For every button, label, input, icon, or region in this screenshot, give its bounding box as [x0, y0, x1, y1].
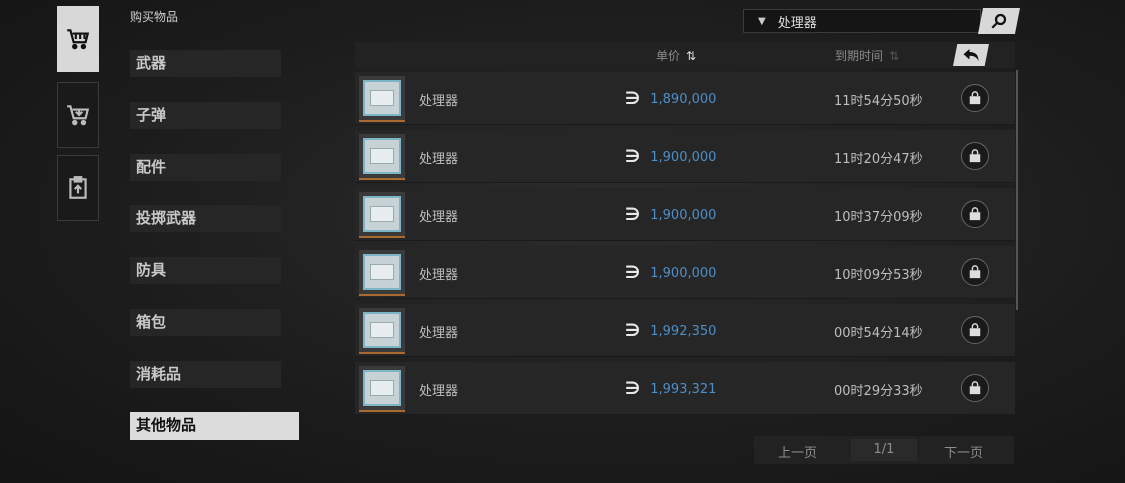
currency-icon: ∋ — [625, 379, 641, 399]
item-thumbnail — [359, 308, 405, 354]
processor-icon — [363, 312, 401, 348]
search-value: 处理器 — [777, 15, 817, 31]
category-other[interactable]: 其他物品 — [130, 412, 299, 440]
buy-button[interactable] — [961, 374, 989, 402]
scrollbar[interactable] — [1016, 70, 1018, 310]
shopping-bag-icon — [969, 323, 981, 337]
processor-icon — [363, 80, 401, 116]
table-row[interactable]: 处理器 ∋ 1,900,000 10时09分53秒 — [355, 246, 1015, 299]
buy-button[interactable] — [961, 142, 989, 170]
buy-button[interactable] — [961, 316, 989, 344]
clipboard-upload-icon — [69, 176, 87, 199]
tab-sell[interactable] — [57, 82, 99, 148]
table-row[interactable]: 处理器 ∋ 1,900,000 10时37分09秒 — [355, 188, 1015, 241]
item-price: ∋ 1,890,000 — [625, 89, 716, 109]
item-expire-time: 10时37分09秒 — [834, 210, 923, 225]
search-icon — [991, 13, 1007, 29]
item-thumbnail — [359, 192, 405, 238]
shopping-bag-icon — [969, 265, 981, 279]
price-value: 1,890,000 — [650, 91, 717, 107]
item-price: ∋ 1,993,321 — [625, 379, 716, 399]
back-button[interactable] — [953, 44, 989, 66]
item-price: ∋ 1,992,350 — [625, 321, 716, 341]
category-throwables[interactable]: 投掷武器 — [130, 205, 281, 232]
currency-icon: ∋ — [625, 321, 641, 341]
item-expire-time: 00时54分14秒 — [834, 326, 923, 341]
shopping-bag-icon — [969, 91, 981, 105]
item-price: ∋ 1,900,000 — [625, 205, 716, 225]
col-expire-header[interactable]: 到期时间 ⇅ — [835, 47, 899, 64]
currency-icon: ∋ — [625, 89, 641, 109]
item-name: 处理器 — [419, 384, 459, 399]
currency-icon: ∋ — [625, 205, 641, 225]
table-row[interactable]: 处理器 ∋ 1,890,000 11时54分50秒 — [355, 72, 1015, 125]
processor-icon — [363, 196, 401, 232]
category-consumables[interactable]: 消耗品 — [130, 361, 281, 388]
buy-button[interactable] — [961, 84, 989, 112]
item-expire-time: 00时29分33秒 — [834, 384, 923, 399]
category-armor[interactable]: 防具 — [130, 257, 281, 284]
search-button[interactable] — [978, 8, 1020, 34]
item-price: ∋ 1,900,000 — [625, 147, 716, 167]
item-name: 处理器 — [419, 326, 459, 341]
search-dropdown[interactable]: ▼ 处理器 — [743, 9, 981, 33]
category-ammo[interactable]: 子弹 — [130, 102, 281, 129]
table-header: 单价 ⇅ 到期时间 ⇅ — [355, 42, 1015, 68]
sort-icon: ⇅ — [686, 49, 697, 63]
shopping-bag-icon — [969, 149, 981, 163]
price-value: 1,900,000 — [650, 207, 717, 223]
item-expire-time: 11时20分47秒 — [834, 152, 923, 167]
table-row[interactable]: 处理器 ∋ 1,900,000 11时20分47秒 — [355, 130, 1015, 183]
item-thumbnail — [359, 76, 405, 122]
item-expire-time: 10时09分53秒 — [834, 268, 923, 283]
category-attachments[interactable]: 配件 — [130, 154, 281, 181]
sort-icon: ⇅ — [889, 49, 900, 63]
col-price-label: 单价 — [656, 49, 681, 63]
next-page-button[interactable]: 下一页 — [944, 442, 983, 461]
table-row[interactable]: 处理器 ∋ 1,993,321 00时29分33秒 — [355, 362, 1015, 415]
item-name: 处理器 — [419, 94, 459, 109]
shopping-bag-icon — [969, 207, 981, 221]
currency-icon: ∋ — [625, 147, 641, 167]
processor-icon — [363, 254, 401, 290]
category-bags[interactable]: 箱包 — [130, 309, 281, 336]
buy-button[interactable] — [961, 258, 989, 286]
item-name: 处理器 — [419, 268, 459, 283]
buy-button[interactable] — [961, 200, 989, 228]
col-expire-label: 到期时间 — [835, 49, 884, 63]
price-value: 1,900,000 — [650, 149, 717, 165]
item-expire-time: 11时54分50秒 — [834, 94, 923, 109]
cart-arrow-icon — [67, 105, 90, 126]
item-name: 处理器 — [419, 210, 459, 225]
price-value: 1,993,321 — [650, 381, 717, 397]
tab-listings[interactable] — [57, 155, 99, 221]
processor-icon — [363, 138, 401, 174]
pagination: 上一页 1/1 下一页 — [754, 436, 1014, 464]
category-weapons[interactable]: 武器 — [130, 50, 281, 77]
item-name: 处理器 — [419, 152, 459, 167]
cart-icon — [67, 29, 90, 50]
item-thumbnail — [359, 366, 405, 412]
back-arrow-icon — [963, 49, 979, 61]
col-price-header[interactable]: 单价 ⇅ — [656, 47, 696, 64]
item-thumbnail — [359, 134, 405, 180]
currency-icon: ∋ — [625, 263, 641, 283]
price-value: 1,992,350 — [650, 323, 717, 339]
tab-buy[interactable] — [57, 6, 99, 72]
section-title: 购买物品 — [130, 10, 179, 24]
shopping-bag-icon — [969, 381, 981, 395]
table-row[interactable]: 处理器 ∋ 1,992,350 00时54分14秒 — [355, 304, 1015, 357]
item-thumbnail — [359, 250, 405, 296]
item-price: ∋ 1,900,000 — [625, 263, 716, 283]
prev-page-button[interactable]: 上一页 — [778, 442, 817, 461]
chevron-down-icon: ▼ — [758, 15, 766, 27]
price-value: 1,900,000 — [650, 265, 717, 281]
processor-icon — [363, 370, 401, 406]
page-indicator: 1/1 — [851, 439, 917, 461]
